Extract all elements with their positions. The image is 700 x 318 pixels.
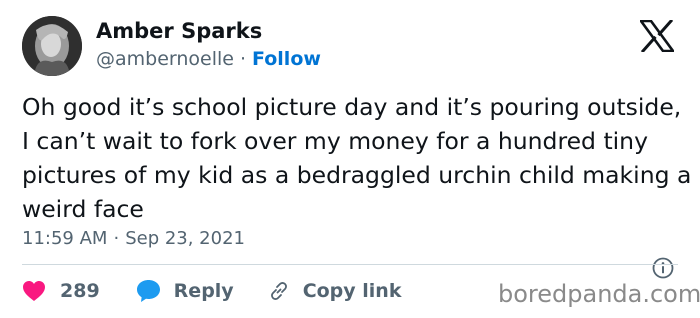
handle-separator: · — [239, 48, 247, 70]
link-icon — [268, 280, 290, 302]
copy-link-button[interactable]: Copy link — [268, 280, 402, 302]
avatar-photo — [22, 16, 82, 76]
follow-link[interactable]: Follow — [252, 48, 321, 70]
copy-link-label: Copy link — [302, 280, 402, 302]
timestamp-separator: · — [113, 228, 120, 249]
tweet-timestamp[interactable]: 11:59 AM · Sep 23, 2021 — [22, 228, 245, 249]
reply-label: Reply — [173, 280, 234, 302]
tweet-date: Sep 23, 2021 — [125, 228, 245, 249]
reply-bubble-icon — [136, 279, 161, 303]
heart-icon — [22, 280, 46, 302]
author-name[interactable]: Amber Sparks — [96, 19, 262, 43]
reply-button[interactable]: Reply — [136, 279, 268, 303]
like-button[interactable]: 289 — [22, 280, 136, 302]
action-bar: 289 Reply Copy link — [22, 276, 401, 306]
divider — [22, 264, 678, 265]
tweet-card: Amber Sparks @ambernoelle · Follow Oh good… — [0, 0, 700, 318]
author-handle[interactable]: @ambernoelle — [96, 48, 234, 70]
like-count: 289 — [60, 280, 100, 302]
x-logo-icon[interactable] — [638, 18, 676, 54]
author-handle-row: @ambernoelle · Follow — [96, 48, 321, 70]
watermark: boredpanda.com — [498, 280, 700, 308]
info-icon[interactable] — [652, 257, 674, 279]
tweet-time: 11:59 AM — [22, 228, 108, 249]
tweet-text: Oh good it’s school picture day and it’s… — [22, 93, 692, 223]
avatar[interactable] — [22, 16, 82, 76]
